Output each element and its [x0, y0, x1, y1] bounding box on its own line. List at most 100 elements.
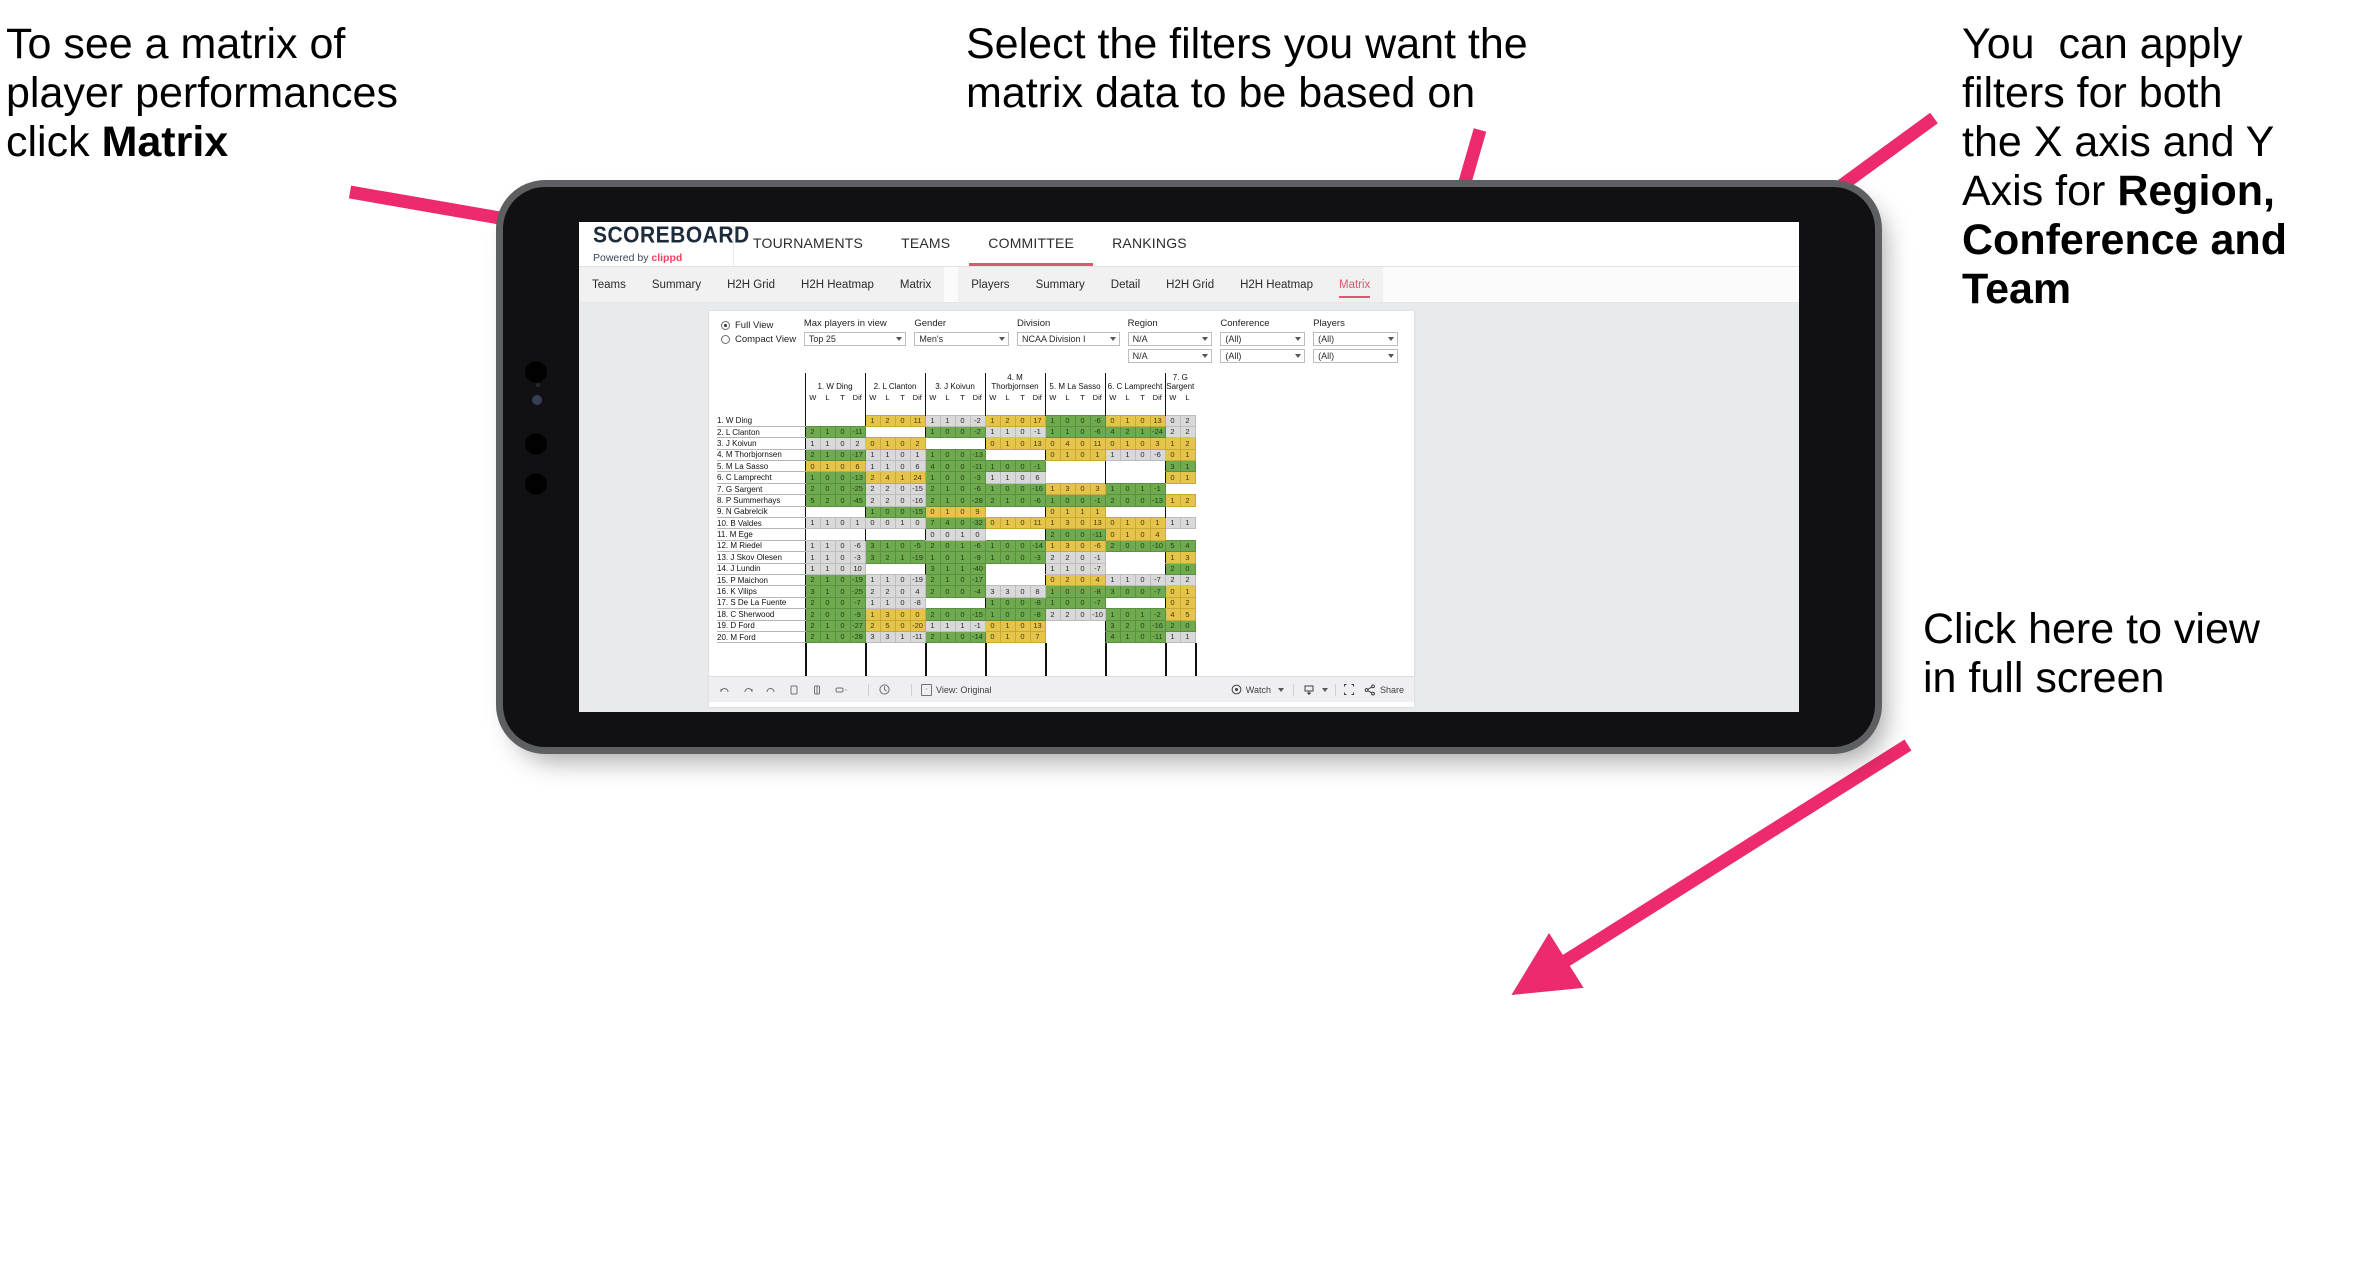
matrix-cell[interactable]: 2: [879, 551, 896, 564]
matrix-cell[interactable]: 24: [909, 471, 926, 484]
matrix-cell[interactable]: 0: [1134, 448, 1151, 462]
matrix-cell[interactable]: -28: [969, 494, 986, 507]
matrix-cell[interactable]: 4: [879, 471, 896, 484]
matrix-cell[interactable]: 0: [1134, 494, 1151, 507]
matrix-cell[interactable]: 1: [924, 471, 941, 484]
matrix-cell[interactable]: 1: [1059, 425, 1076, 439]
matrix-cell[interactable]: 2: [804, 596, 821, 610]
matrix-cell[interactable]: -2: [1149, 608, 1166, 621]
matrix-cell[interactable]: 0: [1014, 425, 1031, 439]
matrix-cell[interactable]: 0: [804, 460, 821, 473]
matrix-cell[interactable]: -8: [909, 596, 926, 610]
radio-full-view[interactable]: Full View: [721, 320, 804, 331]
matrix-cell[interactable]: 3: [1059, 516, 1076, 530]
matrix-cell[interactable]: 0: [834, 425, 851, 439]
matrix-cell[interactable]: 0: [894, 585, 911, 598]
matrix-cell[interactable]: 0: [1119, 608, 1136, 621]
matrix-cell[interactable]: 0: [1014, 630, 1031, 644]
matrix-cell[interactable]: [1150, 597, 1165, 609]
matrix-cell[interactable]: 1: [1044, 596, 1061, 610]
fullscreen-button[interactable]: [1343, 683, 1355, 696]
matrix-cell[interactable]: 0: [954, 516, 971, 530]
matrix-cell[interactable]: 1: [984, 551, 1001, 564]
matrix-row[interactable]: 1. W Ding 1 2 0 11 1 1 0 -2 1 2 0 17 1 0 0 -6 0 1 0 13 0 2: [717, 414, 1196, 427]
matrix-cell[interactable]: 0: [939, 425, 956, 439]
matrix-cell[interactable]: [984, 449, 1000, 461]
matrix-cell[interactable]: 1: [1044, 482, 1061, 496]
matrix-cell[interactable]: -16: [909, 494, 926, 507]
matrix-cell[interactable]: 3: [1104, 619, 1121, 632]
matrix-cell[interactable]: 13: [1029, 437, 1046, 450]
matrix-cell[interactable]: -6: [1149, 448, 1166, 462]
matrix-cell[interactable]: 1: [1164, 551, 1181, 564]
radio-compact-view[interactable]: Compact View: [721, 334, 804, 345]
matrix-cell[interactable]: 0: [1134, 619, 1151, 632]
matrix-cell[interactable]: 3: [804, 585, 821, 598]
matrix-row[interactable]: 9. N Gabrelcik 1 0 0 -15 0 1 0 9 0 1 1 1: [717, 505, 1195, 519]
matrix-cell[interactable]: 0: [834, 551, 851, 564]
matrix-cell[interactable]: [924, 597, 940, 609]
matrix-cell[interactable]: -1: [1089, 494, 1106, 507]
matrix-cell[interactable]: 1: [1134, 482, 1151, 496]
matrix-cell[interactable]: 0: [999, 539, 1016, 553]
matrix-cell[interactable]: 0: [1074, 573, 1091, 587]
matrix-cell[interactable]: 0: [834, 494, 851, 507]
matrix-cell[interactable]: 0: [939, 608, 956, 621]
matrix-cell[interactable]: 0: [1059, 528, 1076, 541]
subnav-teams-h2h-grid[interactable]: H2H Grid: [714, 267, 788, 302]
pause-icon[interactable]: [811, 684, 823, 696]
subnav-teams-h2h-heatmap[interactable]: H2H Heatmap: [788, 267, 887, 302]
select-region-x[interactable]: N/A: [1127, 332, 1213, 346]
matrix-cell[interactable]: -10: [1149, 539, 1166, 553]
matrix-cell[interactable]: 0: [894, 460, 911, 473]
matrix-cell[interactable]: 2: [819, 494, 836, 507]
matrix-cell[interactable]: [1180, 483, 1195, 495]
matrix-cell[interactable]: 0: [939, 460, 956, 473]
matrix-cell[interactable]: 0: [1074, 539, 1091, 553]
matrix-cell[interactable]: 1: [1104, 482, 1121, 496]
matrix-cell[interactable]: [1000, 574, 1015, 586]
matrix-cell[interactable]: 2: [804, 425, 821, 439]
matrix-cell[interactable]: 0: [894, 596, 911, 610]
matrix-cell[interactable]: 0: [834, 471, 851, 484]
matrix-cell[interactable]: -11: [1089, 528, 1106, 541]
matrix-cell[interactable]: 1: [924, 425, 941, 439]
matrix-cell[interactable]: 3: [999, 585, 1016, 598]
matrix-cell[interactable]: 0: [1014, 619, 1031, 632]
matrix-cell[interactable]: 2: [864, 619, 881, 632]
matrix-cell[interactable]: [1135, 563, 1150, 575]
matrix-cell[interactable]: 0: [1104, 414, 1121, 427]
matrix-cell[interactable]: -13: [969, 448, 986, 462]
matrix-cell[interactable]: -27: [849, 619, 866, 632]
watch-button[interactable]: Watch: [1231, 684, 1284, 695]
matrix-cell[interactable]: 0: [954, 505, 971, 519]
matrix-cell[interactable]: 1: [1134, 425, 1151, 439]
matrix-cell[interactable]: [850, 528, 865, 541]
matrix-cell[interactable]: 1: [804, 539, 821, 553]
matrix-cell[interactable]: [1060, 471, 1075, 484]
matrix-cell[interactable]: 0: [1074, 425, 1091, 439]
matrix-cell[interactable]: 0: [1074, 585, 1091, 598]
matrix-cell[interactable]: 0: [1074, 437, 1091, 450]
matrix-cell[interactable]: 13: [1149, 414, 1166, 427]
matrix-cell[interactable]: 0: [894, 539, 911, 553]
matrix-cell[interactable]: 0: [1044, 505, 1061, 519]
matrix-cell[interactable]: 0: [834, 482, 851, 496]
matrix-cell[interactable]: -1: [1029, 460, 1046, 473]
matrix-cell[interactable]: [1060, 460, 1075, 472]
matrix-cell[interactable]: 0: [1014, 494, 1031, 507]
matrix-row[interactable]: 5. M La Sasso 0 1 0 6 1 1 0 6 4 0 0 -11 1 0 0 -1 3 1: [717, 460, 1196, 473]
matrix-cell[interactable]: 1: [894, 551, 911, 564]
matrix-cell[interactable]: 4: [1059, 437, 1076, 450]
matrix-cell[interactable]: [1044, 471, 1060, 484]
matrix-cell[interactable]: 3: [984, 585, 1001, 598]
matrix-cell[interactable]: 0: [834, 437, 851, 450]
matrix-cell[interactable]: -24: [1149, 425, 1166, 439]
matrix-cell[interactable]: 7: [924, 516, 941, 530]
matrix-cell[interactable]: -1: [1029, 425, 1046, 439]
matrix-cell[interactable]: 2: [909, 437, 926, 450]
matrix-cell[interactable]: [864, 426, 880, 438]
matrix-cell[interactable]: 1: [894, 630, 911, 644]
matrix-cell[interactable]: 2: [1059, 573, 1076, 587]
matrix-row[interactable]: 15. P Maichon 2 1 0 -19 1 1 0 -19 2 1 0 -17 0 2 0 4 1 1 0 -7…: [717, 573, 1196, 587]
